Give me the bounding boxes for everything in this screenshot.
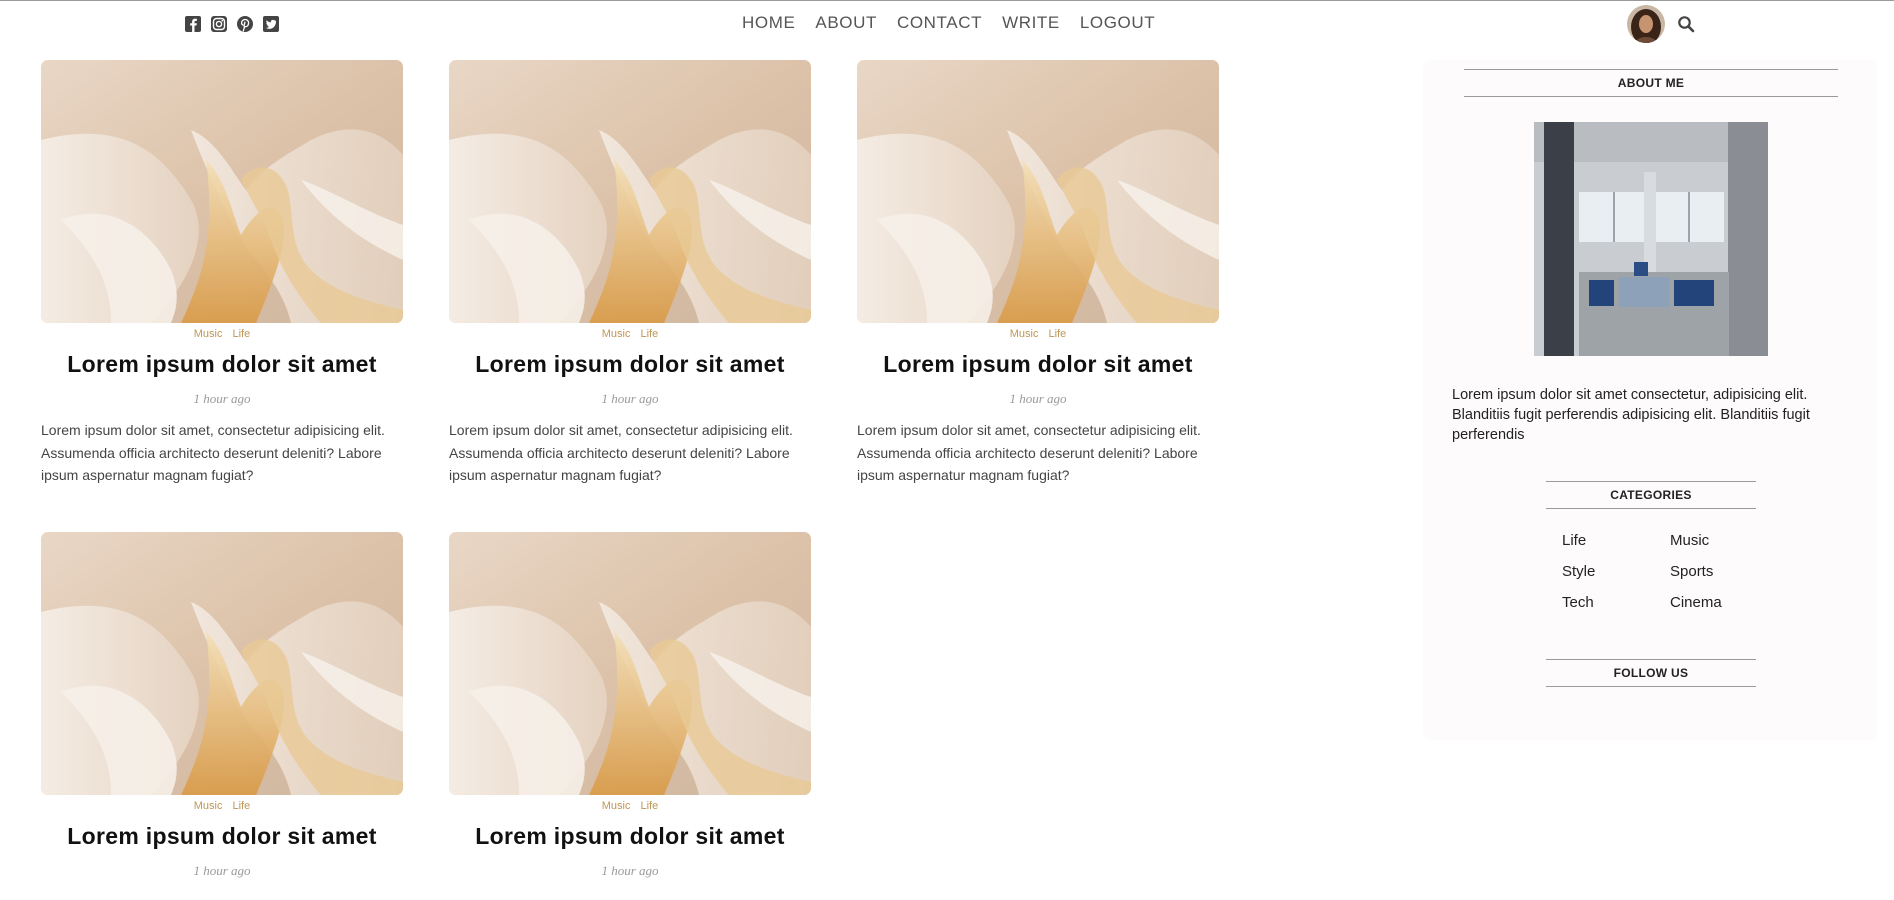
post-category[interactable]: Music xyxy=(602,800,631,812)
post-categories: Music Life xyxy=(449,328,811,340)
post-categories: Music Life xyxy=(41,328,403,340)
post-category[interactable]: Music xyxy=(602,328,631,340)
post-category[interactable]: Life xyxy=(232,328,250,340)
category-list: Life Music Style Sports Tech Cinema xyxy=(1562,532,1782,611)
social-icons xyxy=(184,15,280,33)
sidebar-category-cinema[interactable]: Cinema xyxy=(1670,594,1778,611)
main-nav: HOME ABOUT CONTACT WRITE LOGOUT xyxy=(742,13,1155,33)
facebook-square-icon[interactable] xyxy=(184,15,202,33)
post-date: 1 hour ago xyxy=(601,391,659,406)
user-avatar[interactable] xyxy=(1627,5,1665,43)
sidebar-category-music[interactable]: Music xyxy=(1670,532,1778,549)
post-title[interactable]: Lorem ipsum dolor sit amet xyxy=(449,351,811,378)
post-card[interactable]: Music Life Lorem ipsum dolor sit amet 1 h… xyxy=(41,532,403,879)
post-category[interactable]: Music xyxy=(194,328,223,340)
about-me-heading: ABOUT ME xyxy=(1464,69,1838,97)
post-category[interactable]: Music xyxy=(194,800,223,812)
post-categories: Music Life xyxy=(449,800,811,812)
sidebar-category-life[interactable]: Life xyxy=(1562,532,1670,549)
follow-us-heading: FOLLOW US xyxy=(1546,659,1756,687)
post-title[interactable]: Lorem ipsum dolor sit amet xyxy=(449,823,811,850)
post-date: 1 hour ago xyxy=(1009,391,1067,406)
search-icon[interactable] xyxy=(1677,15,1695,33)
post-card[interactable]: Music Life Lorem ipsum dolor sit amet 1 h… xyxy=(449,532,811,879)
post-image[interactable] xyxy=(41,60,403,323)
top-navbar: HOME ABOUT CONTACT WRITE LOGOUT xyxy=(0,0,1894,48)
instagram-icon[interactable] xyxy=(210,15,228,33)
post-category[interactable]: Music xyxy=(1010,328,1039,340)
nav-home[interactable]: HOME xyxy=(742,13,795,33)
post-image[interactable] xyxy=(449,60,811,323)
post-title[interactable]: Lorem ipsum dolor sit amet xyxy=(41,823,403,850)
categories-heading: CATEGORIES xyxy=(1546,481,1756,509)
nav-logout[interactable]: LOGOUT xyxy=(1080,13,1155,33)
post-description: Lorem ipsum dolor sit amet, consectetur … xyxy=(41,422,385,483)
post-categories: Music Life xyxy=(857,328,1219,340)
nav-contact[interactable]: CONTACT xyxy=(897,13,982,33)
nav-about[interactable]: ABOUT xyxy=(815,13,877,33)
post-image[interactable] xyxy=(41,532,403,795)
post-category[interactable]: Life xyxy=(640,328,658,340)
twitter-square-icon[interactable] xyxy=(262,15,280,33)
post-card[interactable]: Music Life Lorem ipsum dolor sit amet 1 h… xyxy=(449,60,811,487)
post-categories: Music Life xyxy=(41,800,403,812)
post-category[interactable]: Life xyxy=(640,800,658,812)
pinterest-square-icon[interactable] xyxy=(236,15,254,33)
post-card[interactable]: Music Life Lorem ipsum dolor sit amet 1 h… xyxy=(41,60,403,487)
post-category[interactable]: Life xyxy=(232,800,250,812)
about-me-image xyxy=(1534,122,1768,356)
sidebar-category-sports[interactable]: Sports xyxy=(1670,563,1778,580)
post-category[interactable]: Life xyxy=(1048,328,1066,340)
sidebar-category-style[interactable]: Style xyxy=(1562,563,1670,580)
nav-write[interactable]: WRITE xyxy=(1002,13,1060,33)
post-description: Lorem ipsum dolor sit amet, consectetur … xyxy=(449,422,793,483)
post-date: 1 hour ago xyxy=(193,391,251,406)
post-description: Lorem ipsum dolor sit amet, consectetur … xyxy=(857,422,1201,483)
about-me-text: Lorem ipsum dolor sit amet consectetur, … xyxy=(1452,387,1810,443)
post-image[interactable] xyxy=(449,532,811,795)
sidebar-category-tech[interactable]: Tech xyxy=(1562,594,1670,611)
post-date: 1 hour ago xyxy=(193,863,251,878)
post-date: 1 hour ago xyxy=(601,863,659,878)
sidebar: ABOUT ME Lorem ipsum dolor sit amet cons… xyxy=(1423,60,1878,740)
post-image[interactable] xyxy=(857,60,1219,323)
post-title[interactable]: Lorem ipsum dolor sit amet xyxy=(857,351,1219,378)
post-title[interactable]: Lorem ipsum dolor sit amet xyxy=(41,351,403,378)
post-card[interactable]: Music Life Lorem ipsum dolor sit amet 1 h… xyxy=(857,60,1219,487)
